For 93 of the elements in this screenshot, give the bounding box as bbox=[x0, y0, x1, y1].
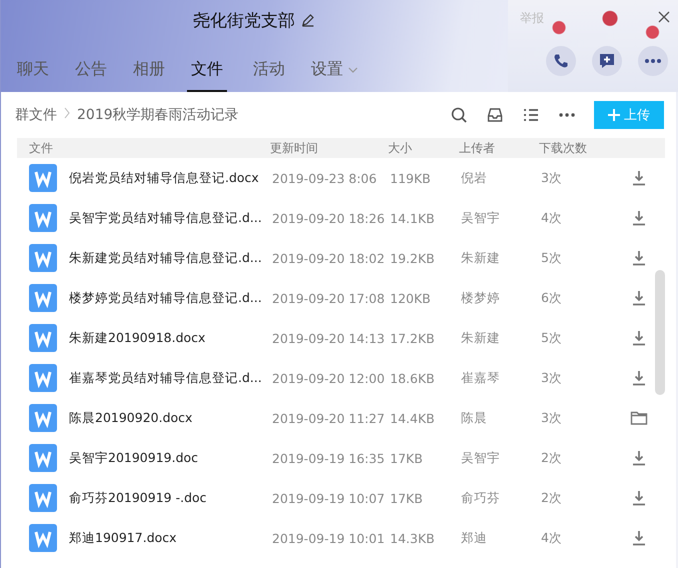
word-file-icon bbox=[29, 284, 57, 312]
search-icon[interactable] bbox=[450, 106, 468, 124]
uploader-name: 吴智宇 bbox=[461, 210, 501, 226]
message-plus-icon bbox=[598, 52, 616, 70]
word-file-icon bbox=[29, 404, 57, 432]
uploader-name: 吴智宇 bbox=[461, 450, 501, 466]
uploader-name: 倪岩 bbox=[461, 170, 488, 186]
list-icon[interactable] bbox=[522, 106, 540, 124]
file-name[interactable]: 朱新建20190918.docx bbox=[69, 330, 272, 346]
update-time: 2019-09-20 18:02 bbox=[272, 250, 386, 266]
update-time: 2019-09-23 8:06 bbox=[272, 170, 378, 186]
file-name[interactable]: 吴智宇党员结对辅导信息登记.d... bbox=[69, 210, 272, 226]
word-file-icon bbox=[29, 164, 57, 192]
breadcrumb-item[interactable]: 群文件 bbox=[15, 106, 57, 124]
uploader-name: 崔嘉琴 bbox=[461, 370, 501, 386]
update-time: 2019-09-20 14:13 bbox=[272, 330, 386, 346]
tab[interactable]: 相册 bbox=[133, 59, 165, 92]
update-time: 2019-09-20 12:00 bbox=[272, 370, 386, 386]
update-time: 2019-09-19 10:01 bbox=[272, 530, 386, 546]
file-size: 120KB bbox=[390, 290, 432, 306]
window-title: 尧化街党支部 bbox=[193, 10, 295, 32]
file-name[interactable]: 崔嘉琴党员结对辅导信息登记.d... bbox=[69, 370, 272, 386]
column-header[interactable]: 大小 bbox=[388, 140, 459, 156]
column-header[interactable]: 上传者 bbox=[459, 140, 539, 156]
file-name[interactable]: 倪岩党员结对辅导信息登记.docx bbox=[69, 170, 272, 186]
uploader-name: 朱新建 bbox=[461, 250, 501, 266]
plus-icon bbox=[608, 109, 620, 121]
download-icon[interactable] bbox=[630, 369, 648, 387]
breadcrumb-item[interactable]: 2019秋学期春雨活动记录 bbox=[77, 106, 239, 124]
download-count: 2次 bbox=[541, 490, 563, 506]
file-name[interactable]: 陈晨20190920.docx bbox=[69, 410, 272, 426]
download-count: 4次 bbox=[541, 530, 563, 546]
download-count: 6次 bbox=[541, 290, 563, 306]
file-size: 18.6KB bbox=[390, 370, 436, 386]
phone-icon bbox=[553, 53, 569, 69]
pencil-icon[interactable] bbox=[301, 13, 315, 27]
file-size: 17KB bbox=[390, 450, 424, 466]
download-count: 5次 bbox=[541, 250, 563, 266]
tab[interactable]: 设置 bbox=[311, 59, 358, 92]
word-file-icon bbox=[29, 244, 57, 272]
download-icon[interactable] bbox=[630, 249, 648, 267]
download-count: 3次 bbox=[541, 410, 563, 426]
file-name[interactable]: 郑迪190917.docx bbox=[69, 530, 272, 546]
file-size: 14.4KB bbox=[390, 410, 436, 426]
word-file-icon bbox=[29, 484, 57, 512]
message-plus-button[interactable] bbox=[592, 46, 622, 76]
uploader-name: 陈晨 bbox=[461, 410, 488, 426]
word-file-icon bbox=[29, 444, 57, 472]
phone-button[interactable] bbox=[546, 46, 576, 76]
column-header[interactable]: 下载次数 bbox=[539, 140, 665, 156]
file-size: 17.2KB bbox=[390, 330, 436, 346]
download-count: 2次 bbox=[541, 450, 563, 466]
uploader-name: 朱新建 bbox=[461, 330, 501, 346]
scrollbar[interactable] bbox=[655, 270, 665, 395]
download-icon[interactable] bbox=[630, 489, 648, 507]
file-name[interactable]: 楼梦婷党员结对辅导信息登记.d... bbox=[69, 290, 272, 306]
more-button[interactable] bbox=[638, 46, 668, 76]
file-name[interactable]: 朱新建党员结对辅导信息登记.d... bbox=[69, 250, 272, 266]
download-count: 3次 bbox=[541, 170, 563, 186]
file-size: 119KB bbox=[390, 170, 432, 186]
file-size: 14.3KB bbox=[390, 530, 436, 546]
download-count: 3次 bbox=[541, 370, 563, 386]
update-time: 2019-09-19 16:35 bbox=[272, 450, 386, 466]
update-time: 2019-09-20 18:26 bbox=[272, 210, 386, 226]
update-time: 2019-09-20 17:08 bbox=[272, 290, 386, 306]
uploader-name: 楼梦婷 bbox=[461, 290, 501, 306]
word-file-icon bbox=[29, 204, 57, 232]
uploader-name: 俞巧芬 bbox=[461, 490, 501, 506]
download-icon[interactable] bbox=[630, 169, 648, 187]
download-icon[interactable] bbox=[630, 529, 648, 547]
tab[interactable]: 活动 bbox=[253, 59, 285, 92]
uploader-name: 郑迪 bbox=[461, 530, 488, 546]
download-count: 5次 bbox=[541, 330, 563, 346]
folder-icon[interactable] bbox=[630, 409, 648, 427]
download-icon[interactable] bbox=[630, 209, 648, 227]
file-size: 14.1KB bbox=[390, 210, 436, 226]
word-file-icon bbox=[29, 324, 57, 352]
download-icon[interactable] bbox=[630, 289, 648, 307]
download-icon[interactable] bbox=[630, 449, 648, 467]
column-header[interactable]: 文件 bbox=[29, 140, 270, 156]
file-size: 17KB bbox=[390, 490, 424, 506]
inbox-icon[interactable] bbox=[486, 106, 504, 124]
word-file-icon bbox=[29, 364, 57, 392]
file-size: 19.2KB bbox=[390, 250, 436, 266]
update-time: 2019-09-19 10:07 bbox=[272, 490, 386, 506]
file-name[interactable]: 俞巧芬20190919 -.doc bbox=[69, 490, 272, 506]
download-count: 4次 bbox=[541, 210, 563, 226]
word-file-icon bbox=[29, 524, 57, 552]
file-name[interactable]: 吴智宇20190919.doc bbox=[69, 450, 272, 466]
more-icon bbox=[645, 59, 661, 63]
column-header[interactable]: 更新时间 bbox=[270, 140, 388, 156]
download-icon[interactable] bbox=[630, 329, 648, 347]
update-time: 2019-09-20 11:27 bbox=[272, 410, 386, 426]
